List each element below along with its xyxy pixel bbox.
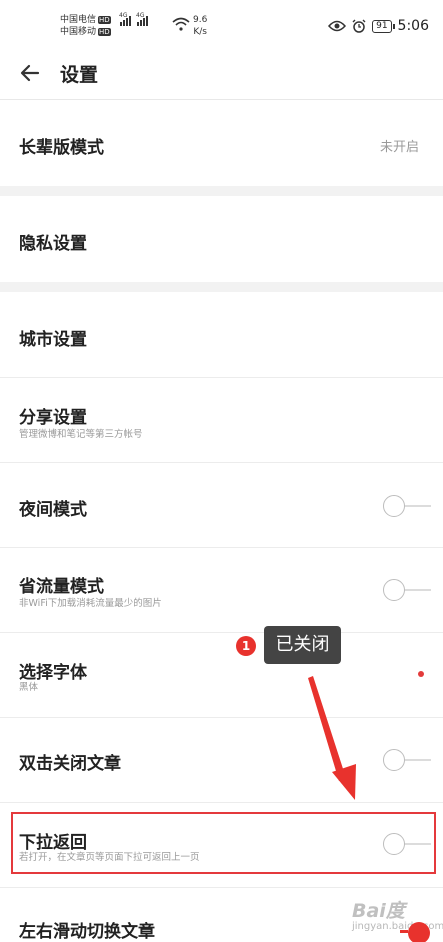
setting-label: 城市设置 [19, 330, 87, 350]
page-title: 设置 [60, 64, 99, 86]
alarm-icon [352, 19, 366, 33]
toggle-knob [383, 495, 405, 517]
status-bar: 中国电信 HD 中国移动 HD 4G 4G 9.6 K/s 91 5:06 [0, 0, 443, 48]
setting-subtitle: 黑体 [19, 682, 39, 693]
setting-subtitle: 非WiFi下加载消耗流量最少的图片 [19, 598, 162, 609]
data-saver-toggle[interactable] [383, 579, 431, 601]
setting-label: 隐私设置 [19, 234, 87, 254]
setting-label: 双击关闭文章 [19, 754, 121, 774]
hd-badge: HD [98, 16, 111, 24]
status-tooltip: 已关闭 [264, 626, 341, 664]
highlight-box [11, 812, 436, 874]
setting-font[interactable]: 选择字体 黑体 [0, 633, 443, 718]
carrier-2-label: 中国移动 [60, 27, 97, 37]
new-indicator-dot [418, 671, 424, 677]
setting-value: 未开启 [379, 140, 419, 155]
setting-night-mode: 夜间模式 [0, 463, 443, 548]
night-mode-toggle[interactable] [383, 495, 431, 517]
wifi-icon [172, 17, 190, 31]
clock: 5:06 [397, 18, 429, 34]
setting-elder-mode[interactable]: 长辈版模式 未开启 [0, 101, 443, 186]
status-right-group: 91 5:06 [328, 18, 429, 34]
setting-label: 省流量模式 [19, 577, 104, 597]
eye-icon [328, 20, 347, 32]
step-number-badge: 1 [236, 636, 256, 656]
setting-city[interactable]: 城市设置 [0, 292, 443, 378]
carrier-info: 中国电信 HD 中国移动 HD [60, 14, 111, 38]
network-speed: 9.6 K/s [193, 15, 208, 37]
setting-share[interactable]: 分享设置 管理微博和笔记等第三方帐号 [0, 378, 443, 463]
battery-icon: 91 [372, 19, 396, 33]
floating-action-button[interactable] [400, 922, 430, 942]
hd-badge: HD [98, 28, 111, 36]
toggle-knob [383, 749, 405, 771]
section-divider [0, 282, 443, 292]
toggle-knob [383, 579, 405, 601]
setting-label: 左右滑动切换文章 [19, 922, 155, 942]
section-divider [0, 186, 443, 196]
signal-indicators: 4G 4G [119, 12, 148, 26]
back-arrow-icon[interactable] [18, 61, 42, 85]
signal-bars-icon: 4G [136, 12, 148, 26]
setting-label: 分享设置 [19, 408, 87, 428]
signal-bars-icon: 4G [119, 12, 131, 26]
setting-label: 长辈版模式 [19, 138, 104, 158]
setting-privacy[interactable]: 隐私设置 [0, 196, 443, 282]
setting-subtitle: 管理微博和笔记等第三方帐号 [19, 429, 143, 440]
setting-label: 夜间模式 [19, 500, 87, 520]
setting-double-tap-close: 双击关闭文章 [0, 718, 443, 803]
double-tap-close-toggle[interactable] [383, 749, 431, 771]
setting-data-saver: 省流量模式 非WiFi下加载消耗流量最少的图片 [0, 548, 443, 633]
app-header: 设置 [0, 48, 443, 100]
carrier-1-label: 中国电信 [60, 15, 97, 25]
baidu-watermark: Bai度 [352, 900, 405, 922]
